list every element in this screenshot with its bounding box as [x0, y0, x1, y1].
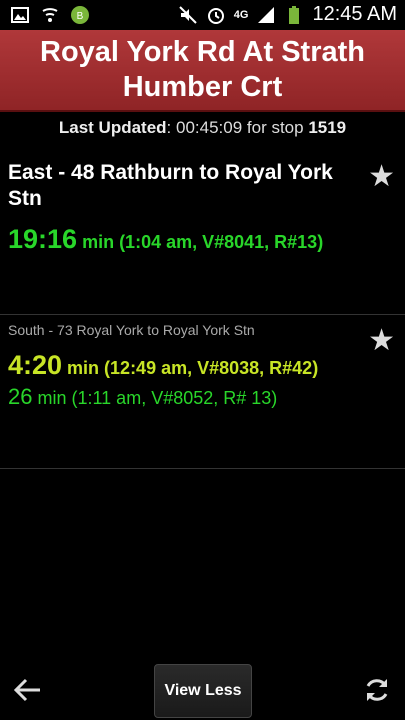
signal-icon [258, 6, 275, 23]
arrival-minutes: 4:20 [8, 350, 63, 380]
arrival-minutes: 19:16 [8, 224, 78, 254]
status-bar: B 4G 12:45 AM [0, 0, 405, 30]
route-title: East - 48 Rathburn to Royal York Stn [8, 161, 333, 210]
refresh-icon[interactable] [363, 676, 391, 704]
arrival-detail: min (12:49 am, V#8038, R#42) [62, 358, 319, 378]
stop-number: 1519 [308, 118, 347, 137]
clock: 12:45 AM [312, 3, 397, 25]
favorite-star-icon[interactable]: ★ [368, 326, 395, 356]
arrival-time: 19:16 min (1:04 am, V#8041, R#13) [8, 224, 323, 255]
arrival-detail: min (1:11 am, V#8052, R# 13) [32, 388, 278, 408]
svg-text:B: B [77, 11, 84, 22]
last-updated: Last Updated: 00:45:09 for stop 1519 [0, 118, 405, 138]
favorite-star-icon[interactable]: ★ [368, 162, 395, 192]
route-item[interactable]: East - 48 Rathburn to Royal York Stn ★ 1… [0, 160, 405, 315]
page-title: Royal York Rd At Strath Humber Crt [40, 36, 365, 103]
route-title: South - 73 Royal York to Royal York Stn [8, 322, 255, 338]
arrival-minutes: 26 [8, 384, 33, 409]
battery-icon [289, 5, 300, 24]
last-updated-time: : 00:45:09 for stop [166, 118, 309, 137]
back-arrow-icon[interactable] [12, 676, 42, 704]
4g-icon: 4G [233, 8, 249, 21]
view-less-button[interactable]: View Less [154, 664, 252, 718]
app-icon: B [71, 6, 89, 24]
alarm-icon [207, 7, 224, 24]
arrival-time: 26 min (1:11 am, V#8052, R# 13) [8, 384, 277, 410]
wifi-share-icon [42, 8, 58, 22]
last-updated-label: Last Updated [58, 118, 167, 137]
mute-icon [179, 5, 197, 24]
arrival-time: 4:20 min (12:49 am, V#8038, R#42) [8, 350, 318, 381]
route-item[interactable]: South - 73 Royal York to Royal York Stn … [0, 322, 405, 469]
image-icon [11, 7, 29, 23]
bottom-bar: View Less [0, 660, 405, 720]
arrival-detail: min (1:04 am, V#8041, R#13) [77, 232, 324, 252]
header: Royal York Rd At Strath Humber Crt [0, 30, 405, 112]
